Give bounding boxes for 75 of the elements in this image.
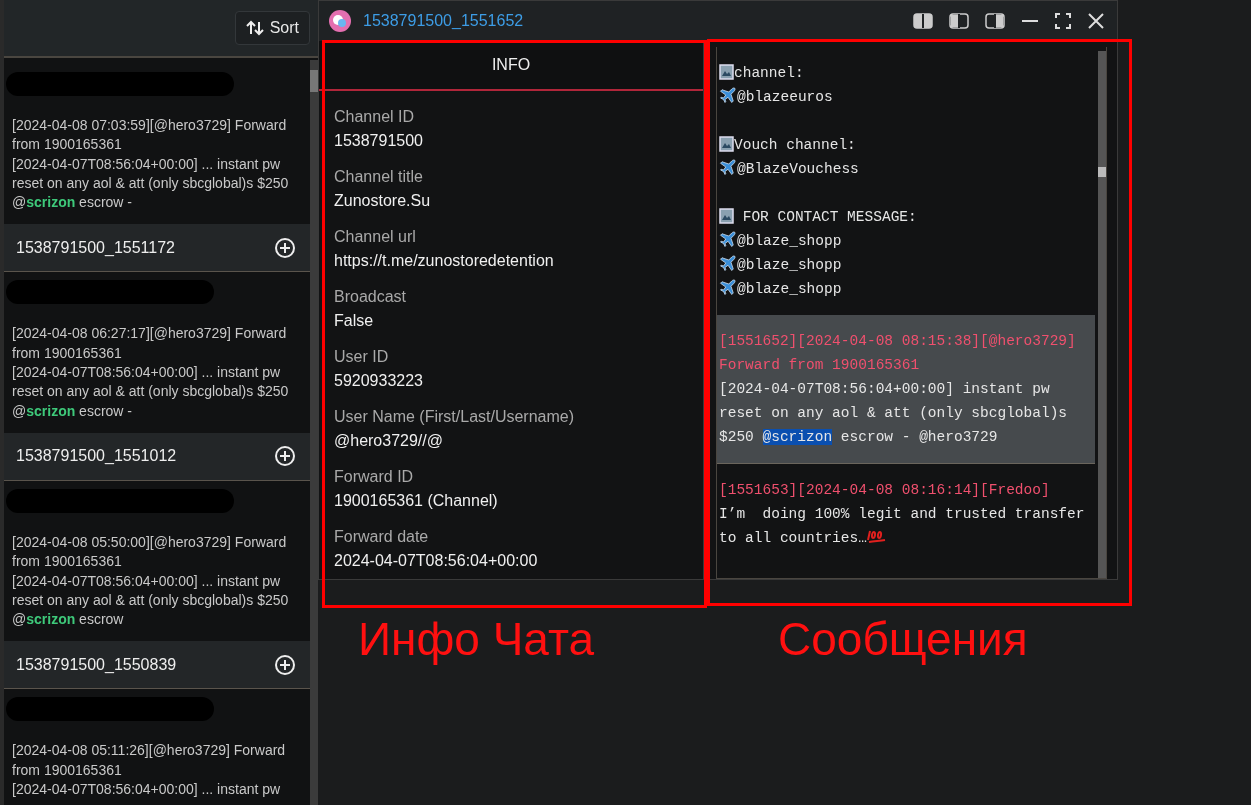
field-value: 5920933223	[334, 371, 424, 391]
scrollbar-thumb[interactable]	[1098, 167, 1106, 177]
annotation-label: Сообщения	[777, 614, 1029, 665]
message-text: @blaze_shopp	[737, 257, 842, 273]
field-value: 2024-04-07T08:56:04+00:00	[334, 551, 539, 571]
plus-circle-icon[interactable]	[274, 237, 296, 259]
plus-circle-icon[interactable]	[274, 445, 296, 468]
message-text: @blaze_shopp	[737, 233, 842, 249]
annotation-label: Инфо Чата	[357, 614, 596, 665]
field-label: User Name (First/Last/Username)	[334, 407, 576, 427]
field-value: https://t.me/zunostoredetention	[334, 251, 555, 271]
field-label: Channel title	[334, 167, 424, 187]
message-text: @blaze_shopp	[737, 281, 842, 297]
picture-frame-icon	[719, 136, 734, 152]
message-text: Vouch channel:	[734, 137, 856, 153]
chat-id-row[interactable]: 1538791500_1551012	[4, 432, 310, 481]
message-text: [2024-04-07T08:56:04+00:00] instant pw reset on any aol & att (only sbcglobal)s $250 @scrizon escrow - @hero3729	[719, 380, 1069, 447]
message-preview: [2024-04-08 07:03:59][@hero3729] Forward from 1900165361 [2024-04-07T08:56:04+00:00] ... instant pw reset on any aol & att (only sbcglobal)s $250 @scrizon escrow -	[11, 116, 290, 213]
airplane-icon	[719, 230, 737, 248]
layout-button[interactable]	[983, 11, 1007, 31]
split-view-icon	[949, 13, 969, 29]
message-text: @BlazeVouchess	[737, 161, 859, 177]
hundred-points-icon	[866, 528, 887, 544]
field-label: Forward ID	[334, 467, 415, 487]
app-logo-icon	[329, 10, 351, 32]
message-header: [1551653][2024-04-08 08:16:14][Fredoo]	[719, 481, 1051, 500]
field-label: User ID	[334, 347, 390, 367]
layout-button[interactable]	[947, 11, 971, 31]
sort-arrows-icon	[245, 20, 264, 36]
field-value: @hero3729//@	[334, 431, 444, 451]
picture-frame-icon	[719, 208, 734, 224]
split-view-icon	[985, 13, 1005, 29]
message-header: [1551652][2024-04-08 08:15:38][@hero3729] Forward from 1900165361	[719, 332, 1077, 375]
scrollbar[interactable]	[310, 60, 318, 805]
minimize-icon	[1021, 20, 1039, 22]
airplane-icon	[719, 86, 737, 104]
field-value: 1538791500	[334, 131, 424, 151]
field-label: Channel ID	[334, 107, 416, 127]
message-preview: [2024-04-08 06:27:17][@hero3729] Forward from 1900165361 [2024-04-07T08:56:04+00:00] ... instant pw reset on any aol & att (only sbcglobal)s $250 @scrizon escrow -	[11, 324, 290, 421]
chat-id: 1538791500_1551172	[16, 239, 175, 257]
field-label: Broadcast	[334, 287, 408, 307]
airplane-icon	[719, 254, 737, 272]
airplane-icon	[719, 158, 737, 176]
field-value: Zunostore.Su	[334, 191, 432, 211]
chat-id: 1538791500_1550839	[16, 655, 177, 674]
minimize-button[interactable]	[1019, 18, 1041, 24]
plus-circle-icon[interactable]	[274, 653, 296, 676]
chat-id-row[interactable]: 1538791500_1550839	[4, 641, 310, 690]
chat-id: 1538791500_1551012	[16, 447, 177, 466]
field-value: False	[334, 311, 375, 331]
field-value: 1900165361 (Channel)	[334, 491, 499, 511]
field-label: Forward date	[334, 527, 430, 547]
message-text: to all countries…	[719, 530, 867, 546]
message[interactable]: channel: @blazeeuros Vouch channel: @BlazeVouchess FOR CONTACT MESSAGE: @blaze_shopp @blaze_shopp @blaze_shopp	[717, 47, 1095, 315]
picture-frame-icon	[719, 64, 734, 80]
scrollbar-thumb[interactable]	[310, 70, 318, 92]
maximize-button[interactable]	[1053, 11, 1073, 31]
sort-button[interactable]: Sort	[234, 11, 310, 45]
scrollbar[interactable]	[1098, 51, 1106, 578]
message-preview: [2024-04-08 05:50:00][@hero3729] Forward from 1900165361 [2024-04-07T08:56:04+00:00] ... instant pw reset on any aol & att (only sbcglobal)s $250 @scrizon escrow	[11, 532, 290, 630]
split-view-icon	[913, 13, 933, 29]
message-text: @blazeeuros	[737, 89, 833, 105]
message-text: I’m doing 100% legit and trusted transfer	[719, 505, 1086, 524]
window-title: 1538791500_1551652	[363, 12, 525, 30]
fullscreen-icon	[1055, 13, 1071, 29]
message[interactable]: [1551652][2024-04-08 08:15:38][@hero3729] Forward from 1900165361 [2024-04-07T08:56:04+00:00] instant pw reset on any aol & att (only sbcglobal)s $250 @scrizon escrow - @hero3729	[717, 315, 1095, 464]
layout-button[interactable]	[911, 11, 935, 31]
close-icon	[1087, 12, 1105, 30]
field-label: Channel url	[334, 227, 417, 247]
message-text: channel:	[734, 65, 804, 81]
airplane-icon	[719, 278, 737, 296]
message-text: FOR CONTACT MESSAGE:	[741, 209, 917, 225]
chat-id-row[interactable]: 1538791500_1551172	[4, 224, 310, 273]
message[interactable]: [1551653][2024-04-08 08:16:14][Fredoo] I’m doing 100% legit and trusted transfer to all countries…	[717, 464, 1095, 564]
message-preview: [2024-04-08 05:11:26][@hero3729] Forward from 1900165361 [2024-04-07T08:56:04+00:00] ... instant pw	[11, 741, 287, 800]
